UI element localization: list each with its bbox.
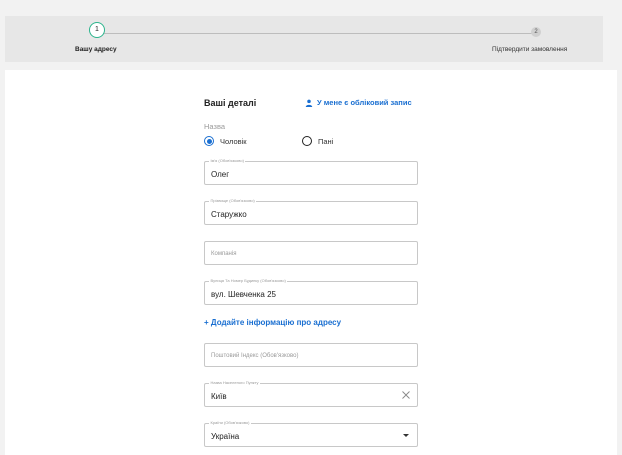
step-1-indicator: 1 <box>89 22 105 38</box>
have-account-label: У мене є обліковий запис <box>317 98 412 107</box>
first-name-value: Олег <box>211 170 230 179</box>
salutation-female-label: Пані <box>318 136 334 146</box>
street-field[interactable]: Вулиця Та Номер Будинку (Обов'язково) ву… <box>204 278 418 305</box>
salutation-label: Назва <box>204 122 226 131</box>
city-field[interactable]: Назва Населеного Пункту Київ <box>204 380 418 407</box>
street-value: вул. Шевченка 25 <box>211 290 276 299</box>
have-account-link[interactable]: У мене є обліковий запис <box>305 98 412 107</box>
first-name-legend: Ім'я (Обов'язково) <box>209 158 246 164</box>
section-title: Ваші деталі <box>204 98 257 108</box>
step-2-label: Підтвердити замовлення <box>492 46 568 53</box>
address-form-panel: Ваші деталі У мене є обліковий запис Наз… <box>5 70 617 455</box>
company-placeholder: Компанія <box>211 251 237 257</box>
street-legend: Вулиця Та Номер Будинку (Обов'язково) <box>209 278 288 284</box>
radio-selected-icon <box>204 136 214 146</box>
add-address-info-link[interactable]: + Додайте інформацію про адресу <box>204 318 341 327</box>
country-legend: Країни (Обов'язково) <box>209 420 251 426</box>
country-value: Україна <box>211 432 240 441</box>
last-name-legend: Прізвище (Обов'язково) <box>209 198 257 204</box>
chevron-down-icon <box>403 434 409 437</box>
city-value: Київ <box>211 392 227 401</box>
first-name-field[interactable]: Ім'я (Обов'язково) Олег <box>204 158 418 185</box>
postal-code-placeholder: Поштовий Індекс (Обов'язково) <box>211 353 299 359</box>
salutation-female-radio[interactable]: Пані <box>302 136 333 146</box>
step-2-indicator: 2 <box>531 27 541 37</box>
country-select[interactable]: Країни (Обов'язково) Україна <box>204 420 418 447</box>
salutation-male-label: Чоловік <box>220 136 247 146</box>
salutation-male-radio[interactable]: Чоловік <box>204 136 247 146</box>
user-icon <box>305 99 313 107</box>
checkout-stepper: 1 Вашу адресу 2 Підтвердити замовлення <box>5 16 603 62</box>
clear-icon[interactable] <box>401 390 411 400</box>
last-name-value: Старужко <box>211 210 247 219</box>
step-1-label: Вашу адресу <box>75 46 117 53</box>
company-field[interactable]: Компанія <box>204 241 418 265</box>
city-legend: Назва Населеного Пункту <box>209 380 260 386</box>
stepper-line <box>101 33 537 34</box>
radio-unselected-icon <box>302 136 312 146</box>
postal-code-field[interactable]: Поштовий Індекс (Обов'язково) <box>204 343 418 367</box>
last-name-field[interactable]: Прізвище (Обов'язково) Старужко <box>204 198 418 225</box>
